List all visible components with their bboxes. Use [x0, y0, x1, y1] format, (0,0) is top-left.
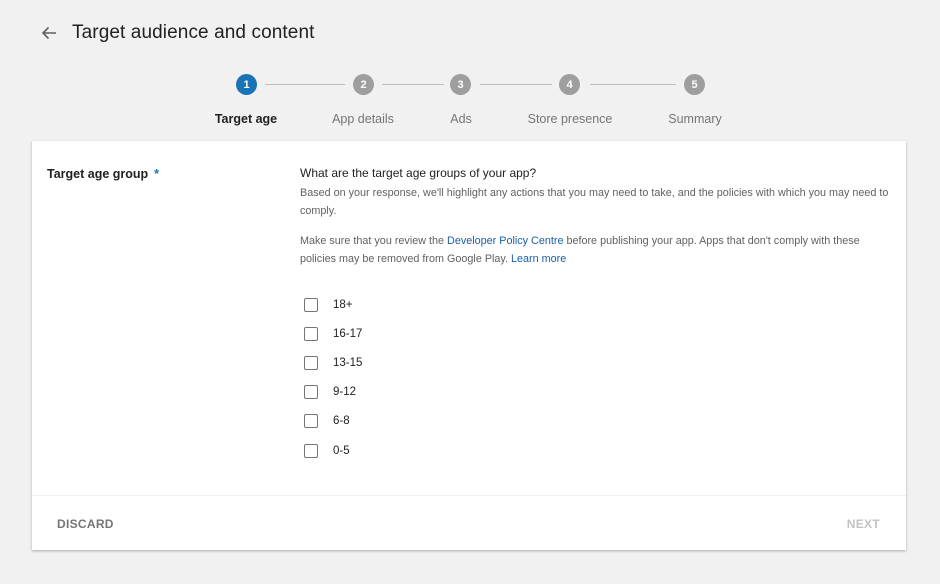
footer-divider	[32, 495, 906, 496]
required-marker: *	[154, 167, 160, 181]
checkbox[interactable]	[304, 385, 318, 400]
next-button[interactable]: NEXT	[847, 517, 880, 531]
age-option-13-15[interactable]: 13-15	[300, 348, 895, 377]
step-4-indicator[interactable]: 4	[559, 74, 580, 95]
step-1-label[interactable]: Target age	[215, 112, 277, 126]
step-5-indicator[interactable]: 5	[684, 74, 705, 95]
option-label: 9-12	[333, 386, 357, 399]
option-label: 18+	[333, 298, 353, 311]
checkbox[interactable]	[304, 414, 318, 429]
option-label: 0-5	[333, 444, 350, 457]
step-5-label[interactable]: Summary	[668, 112, 721, 126]
step-connector	[480, 84, 552, 85]
age-option-16-17[interactable]: 16-17	[300, 319, 895, 348]
age-option-0-5[interactable]: 0-5	[300, 436, 895, 465]
step-connector	[382, 84, 444, 85]
age-option-18-plus[interactable]: 18+	[300, 290, 895, 319]
policy-notice: Make sure that you review the Developer …	[300, 232, 895, 268]
description-text: Based on your response, we'll highlight …	[300, 187, 889, 217]
learn-more-link[interactable]: Learn more	[511, 253, 566, 265]
option-label: 16-17	[333, 327, 363, 340]
step-connector	[590, 84, 676, 85]
page-header: Target audience and content	[38, 22, 315, 44]
form-card: Target age group * What are the target ag…	[32, 141, 906, 550]
option-label: 6-8	[333, 415, 350, 428]
checkbox[interactable]	[304, 443, 318, 458]
step-3-label[interactable]: Ads	[450, 112, 472, 126]
question-text: What are the target age groups of your a…	[300, 166, 537, 180]
step-3-indicator[interactable]: 3	[450, 74, 471, 95]
discard-button[interactable]: DISCARD	[57, 517, 114, 531]
age-group-options: 18+ 16-17 13-15 9-12 6-8 0-5	[300, 290, 895, 465]
checkbox[interactable]	[304, 355, 318, 370]
age-option-9-12[interactable]: 9-12	[300, 378, 895, 407]
step-2-indicator[interactable]: 2	[353, 74, 374, 95]
page-title: Target audience and content	[72, 22, 315, 43]
step-4-label[interactable]: Store presence	[528, 112, 613, 126]
field-label-text: Target age group	[47, 167, 149, 181]
policy-text-before: Make sure that you review the	[300, 235, 448, 247]
arrow-left-icon	[41, 26, 56, 40]
option-label: 13-15	[333, 356, 363, 369]
target-age-group-label: Target age group *	[47, 167, 159, 181]
step-2-label[interactable]: App details	[332, 112, 394, 126]
checkbox[interactable]	[304, 297, 318, 312]
stepper: 1 2 3 4 5 Target age App details Ads Sto…	[0, 74, 940, 134]
age-option-6-8[interactable]: 6-8	[300, 407, 895, 436]
step-connector	[265, 84, 345, 85]
checkbox[interactable]	[304, 326, 318, 341]
step-1-indicator[interactable]: 1	[236, 74, 257, 95]
form-content: What are the target age groups of your a…	[300, 166, 895, 465]
back-button[interactable]	[38, 22, 60, 44]
developer-policy-centre-link[interactable]: Developer Policy Centre	[447, 235, 563, 247]
